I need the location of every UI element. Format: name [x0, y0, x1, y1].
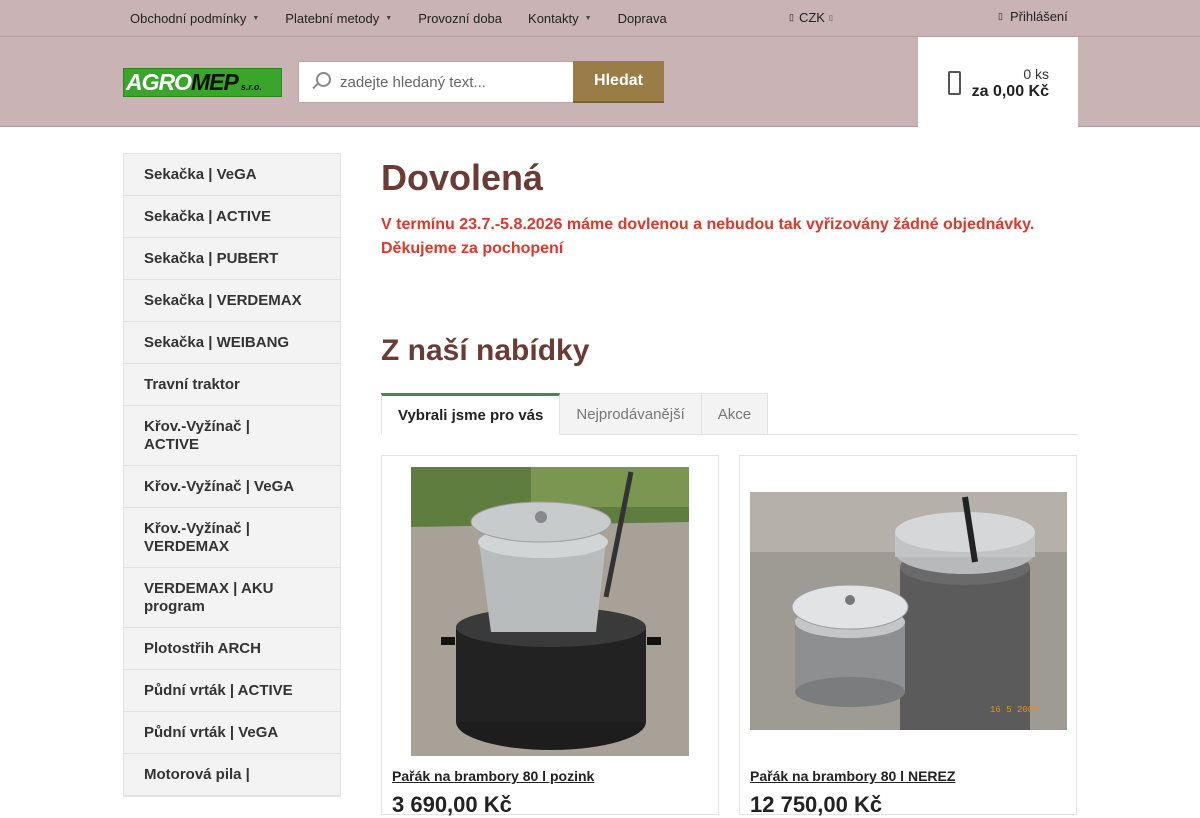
topnav-label: Kontakty	[528, 11, 579, 26]
offer-title: Z naší nabídky	[381, 334, 590, 367]
login-label: Přihlášení	[1009, 9, 1068, 24]
logo-text-sro: s.r.o.	[240, 82, 262, 92]
globe-icon: ▯	[789, 12, 794, 22]
topnav-kontakty[interactable]: Kontakty ▼	[528, 11, 592, 26]
logo[interactable]: AGRO MEP s.r.o.	[123, 68, 282, 97]
tab-akce[interactable]: Akce	[701, 393, 769, 435]
search-input[interactable]	[340, 73, 570, 91]
cart-widget[interactable]: 0 ks za 0,00 Kč	[918, 37, 1078, 127]
sidebar-item-pudni-vrtak-active[interactable]: Půdní vrták | ACTIVE	[124, 670, 340, 712]
search-icon	[309, 71, 331, 93]
topnav-label: Platební metody	[285, 11, 380, 26]
search-box	[298, 61, 574, 103]
top-bar: Obchodní podmínky ▼ Platební metody ▼ Pr…	[0, 0, 1200, 37]
sidebar-item-travni-traktor[interactable]: Travní traktor	[124, 364, 340, 406]
cart-quantity: 0 ks	[1023, 66, 1049, 82]
topnav-obchodni-podminky[interactable]: Obchodní podmínky ▼	[130, 11, 259, 26]
product-name[interactable]: Pařák na brambory 80 l NEREZ	[750, 768, 955, 784]
topnav-label: Obchodní podmínky	[130, 11, 247, 26]
sidebar-item-sekacka-verdemax[interactable]: Sekačka | VERDEMAX	[124, 280, 340, 322]
vacation-notice: V termínu 23.7.-5.8.2026 máme dovlenou a…	[381, 213, 1071, 261]
vacation-title: Dovolená	[381, 157, 544, 198]
search-button[interactable]: Hledat	[573, 61, 664, 103]
sidebar-item-krov-active[interactable]: Křov.-Vyžínač | ACTIVE	[124, 406, 340, 466]
chevron-down-icon: ▯	[828, 14, 833, 22]
sidebar-item-pudni-vrtak-vega[interactable]: Půdní vrták | VeGA	[124, 712, 340, 754]
product-card: Pařák na brambory 80 l pozink 3 690,00 K…	[381, 455, 719, 817]
logo-text-agro: AGRO	[126, 69, 192, 95]
logo-text-mep: MEP	[191, 69, 239, 95]
sidebar-item-verdemax-aku[interactable]: VERDEMAX | AKU program	[124, 568, 340, 628]
chevron-down-icon: ▼	[252, 15, 260, 22]
vacation-notice-line1: V termínu 23.7.-5.8.2026 máme dovlenou a…	[381, 216, 1035, 233]
sidebar-item-sekacka-pubert[interactable]: Sekačka | PUBERT	[124, 238, 340, 280]
product-price: 3 690,00 Kč	[392, 792, 512, 817]
topnav-doprava[interactable]: Doprava	[618, 11, 667, 26]
chevron-down-icon: ▼	[584, 15, 592, 22]
topnav-provozni-doba[interactable]: Provozní doba	[418, 11, 502, 26]
vacation-notice-line2: Děkujeme za pochopení	[381, 240, 564, 257]
product-name[interactable]: Pařák na brambory 80 l pozink	[392, 768, 594, 784]
category-sidebar: Sekačka | VeGA Sekačka | ACTIVE Sekačka …	[123, 153, 341, 797]
sidebar-item-motorova-pila[interactable]: Motorová pila |	[124, 754, 340, 796]
chevron-down-icon: ▼	[385, 15, 393, 22]
tab-nejprodavanejsi[interactable]: Nejprodávanější	[560, 393, 702, 435]
currency-label: CZK	[798, 10, 825, 25]
sidebar-item-sekacka-active[interactable]: Sekačka | ACTIVE	[124, 196, 340, 238]
product-image[interactable]	[411, 467, 689, 756]
sidebar-item-plotostrih-arch[interactable]: Plotostřih ARCH	[124, 628, 340, 670]
currency-selector[interactable]: ▯ CZK ▯	[789, 10, 833, 25]
topnav-label: Provozní doba	[418, 11, 503, 26]
sidebar-item-sekacka-vega[interactable]: Sekačka | VeGA	[124, 154, 340, 196]
top-navigation: Obchodní podmínky ▼ Platební metody ▼ Pr…	[130, 0, 693, 37]
product-price: 12 750,00 Kč	[750, 792, 883, 817]
login-link[interactable]: ▯ Přihlášení	[998, 9, 1068, 24]
sidebar-item-sekacka-weibang[interactable]: Sekačka | WEIBANG	[124, 322, 340, 364]
product-tabs: Vybrali jsme pro vás Nejprodávanější Akc…	[381, 393, 1078, 435]
sidebar-item-krov-vega[interactable]: Křov.-Vyžínač | VeGA	[124, 466, 340, 508]
sidebar-item-krov-verdemax[interactable]: Křov.-Vyžínač | VERDEMAX	[124, 508, 340, 568]
header: AGRO MEP s.r.o. Hledat 0 ks za 0,00 Kč	[0, 37, 1200, 127]
topnav-label: Doprava	[617, 11, 667, 26]
cart-total: za 0,00 Kč	[971, 83, 1049, 100]
product-card: 16 5 2006 Pařák na brambory 80 l NEREZ 1…	[739, 455, 1077, 817]
tab-vybrali-jsme-pro-vas[interactable]: Vybrali jsme pro vás	[381, 393, 561, 435]
product-image[interactable]: 16 5 2006	[750, 492, 1067, 730]
photo-date-stamp: 16 5 2006	[990, 705, 1039, 715]
topnav-platebni-metody[interactable]: Platební metody ▼	[285, 11, 392, 26]
user-icon: ▯	[998, 11, 1003, 21]
cart-icon	[946, 67, 961, 95]
